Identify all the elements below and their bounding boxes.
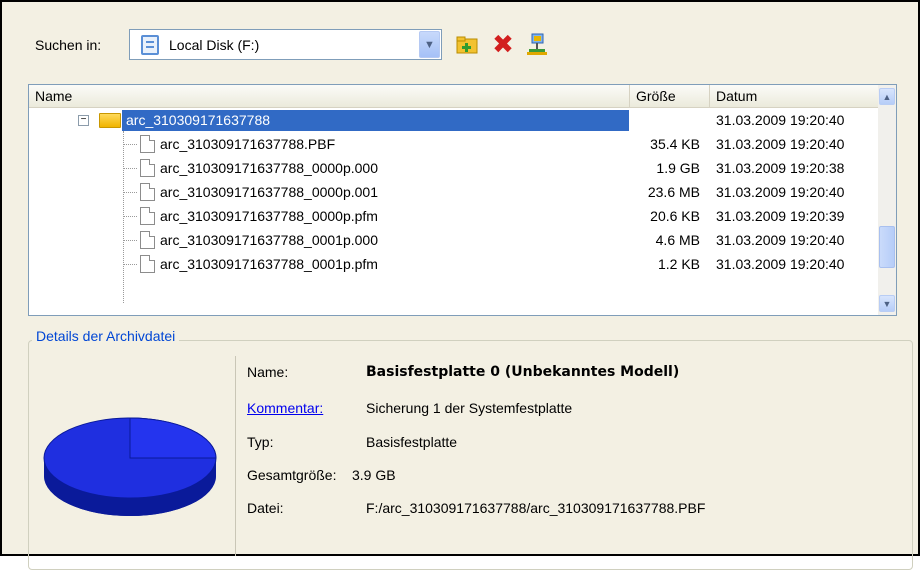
table-row[interactable]: arc_310309171637788_0001p.pfm 1.2 KB 31.… [29,252,878,276]
folder-name: arc_310309171637788 [126,112,271,128]
details-separator [235,356,236,556]
scrollbar-thumb[interactable] [879,226,895,268]
file-icon [140,135,155,153]
folder-date: 31.03.2009 19:20:40 [716,112,845,128]
file-name: arc_310309171637788_0001p.000 [160,232,378,248]
table-row[interactable]: arc_310309171637788.PBF 35.4 KB 31.03.20… [29,132,878,156]
file-name: arc_310309171637788_0000p.000 [160,160,378,176]
file-size: 23.6 MB [647,184,700,200]
folder-icon [99,113,121,128]
file-icon [140,183,155,201]
column-header-date[interactable]: Datum [710,85,878,107]
scroll-down-icon[interactable]: ▼ [879,295,895,312]
file-size: 1.9 GB [656,160,700,176]
details-name-label: Name: [247,364,289,380]
list-header: Name Größe Datum [29,85,896,108]
file-date: 31.03.2009 19:20:40 [716,184,845,200]
details-file-value: F:/arc_310309171637788/arc_3103091716377… [366,500,706,516]
tree-line [123,240,137,241]
table-row[interactable]: arc_310309171637788_0001p.000 4.6 MB 31.… [29,228,878,252]
table-row[interactable]: arc_310309171637788_0000p.000 1.9 GB 31.… [29,156,878,180]
vertical-scrollbar[interactable]: ▲ ▼ [878,85,896,315]
details-type-value: Basisfestplatte [366,434,458,450]
column-header-name[interactable]: Name [29,85,630,107]
details-comment-value: Sicherung 1 der Systemfestplatte [366,400,573,416]
tree-line [123,264,137,265]
file-date: 31.03.2009 19:20:38 [716,160,845,176]
file-date: 31.03.2009 19:20:40 [716,136,845,152]
chevron-down-icon[interactable]: ▼ [419,31,440,58]
details-size-label: Gesamtgröße: [247,467,337,483]
tree-line [123,192,137,193]
details-size-value: 3.9 GB [352,467,396,483]
folder-row[interactable]: − arc_310309171637788 31.03.2009 19:20:4… [29,108,878,132]
file-name: arc_310309171637788_0000p.pfm [160,208,378,224]
drive-icon [141,34,159,55]
file-date: 31.03.2009 19:20:40 [716,232,845,248]
collapse-toggle[interactable]: − [78,115,89,126]
table-row[interactable]: arc_310309171637788_0000p.pfm 20.6 KB 31… [29,204,878,228]
details-type-label: Typ: [247,434,274,450]
search-in-label: Suchen in: [35,37,102,53]
file-size: 1.2 KB [657,256,700,272]
scroll-up-icon[interactable]: ▲ [879,88,895,105]
column-header-size[interactable]: Größe [630,85,710,107]
file-size: 35.4 KB [650,136,700,152]
details-comment-link[interactable]: Kommentar: [247,400,323,416]
file-icon [140,207,155,225]
file-date: 31.03.2009 19:20:40 [716,256,845,272]
file-size: 20.6 KB [650,208,700,224]
tree-line [123,168,137,169]
file-icon [140,231,155,249]
disk-usage-pie-icon [43,417,217,516]
file-date: 31.03.2009 19:20:39 [716,208,845,224]
details-file-label: Datei: [247,500,284,516]
tree-line [123,144,137,145]
file-icon [140,159,155,177]
table-row[interactable]: arc_310309171637788_0000p.001 23.6 MB 31… [29,180,878,204]
details-title: Details der Archivdatei [32,328,180,344]
file-icon [140,255,155,273]
tree-line [123,216,137,217]
new-folder-icon[interactable] [454,32,480,58]
drive-select[interactable]: Local Disk (F:) ▼ [129,29,442,60]
drive-select-value: Local Disk (F:) [169,36,260,53]
file-size: 4.6 MB [655,232,700,248]
network-icon[interactable] [524,32,550,58]
file-list[interactable]: Name Größe Datum − arc_310309171637788 3… [28,84,897,316]
details-name-value: Basisfestplatte 0 (Unbekanntes Modell) [366,364,680,380]
archive-browser-window: Suchen in: Local Disk (F:) ▼ ✖ Name Größ… [0,0,920,570]
file-name: arc_310309171637788_0001p.pfm [160,256,378,272]
file-name: arc_310309171637788.PBF [160,136,336,152]
delete-icon[interactable]: ✖ [490,30,516,60]
file-name: arc_310309171637788_0000p.001 [160,184,378,200]
